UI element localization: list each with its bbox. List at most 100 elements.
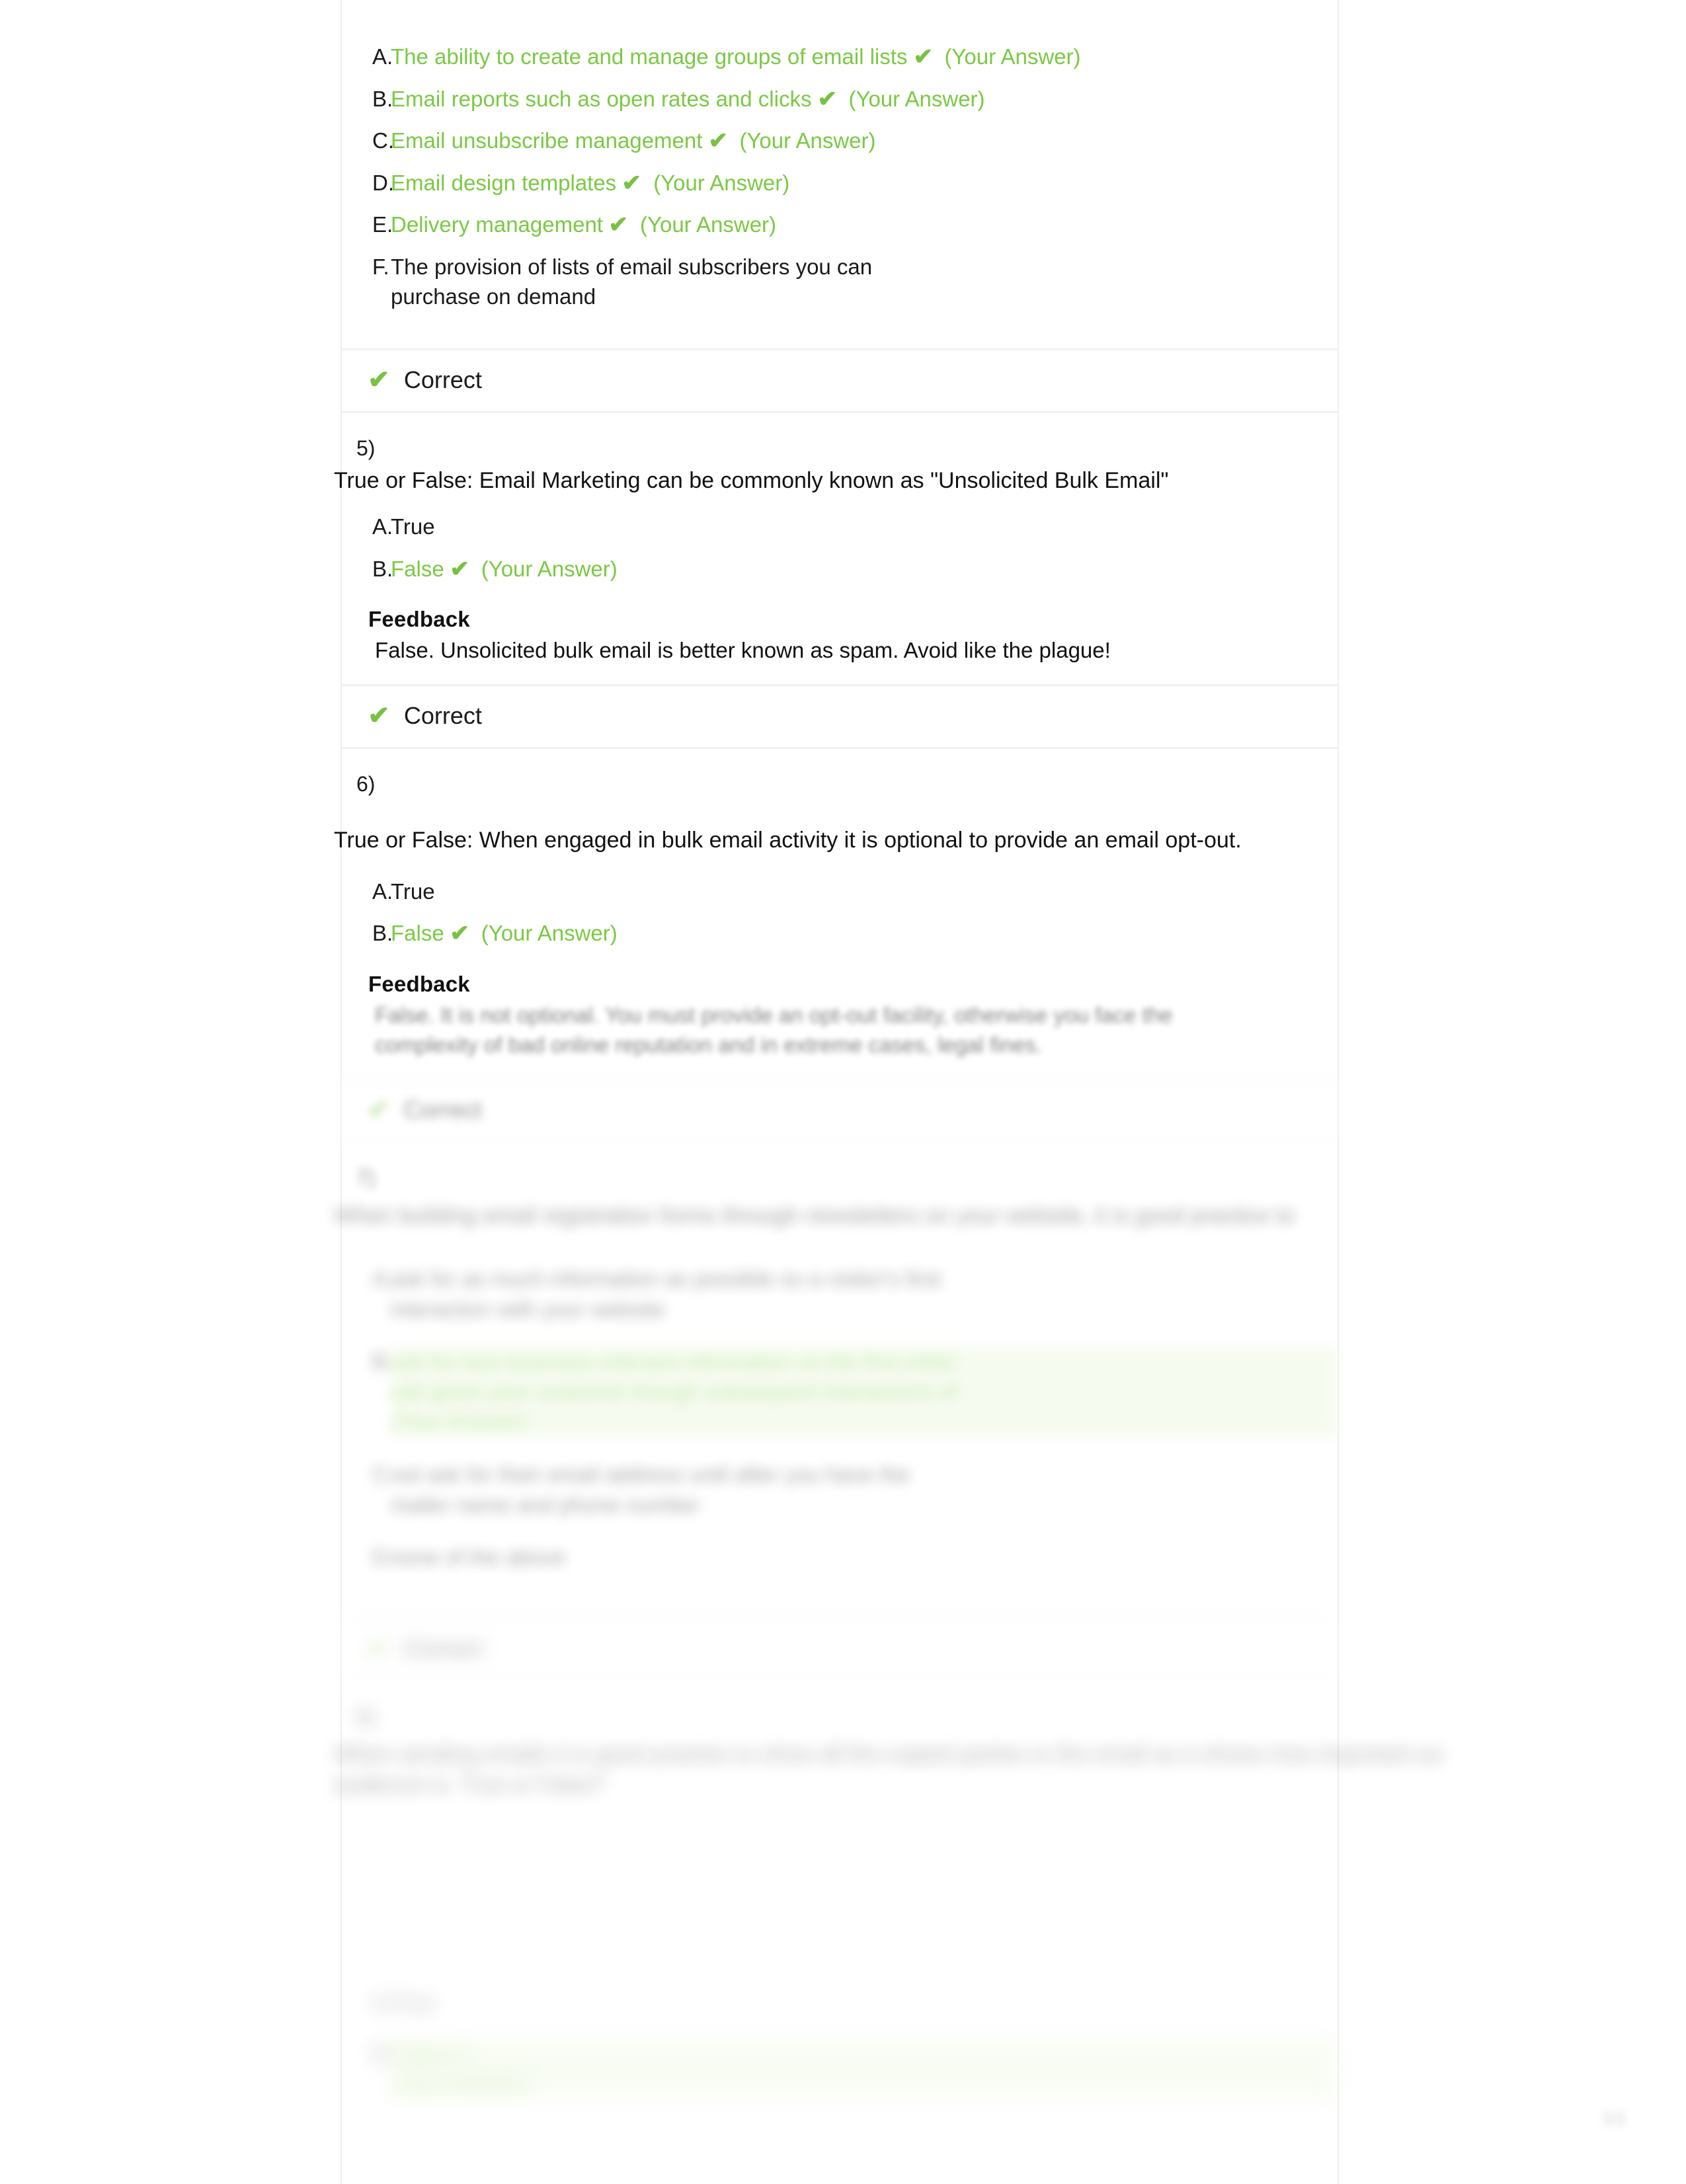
question-number: 8) bbox=[356, 1704, 376, 1729]
option-list-8: A. True B. False ✔ (Your Answer) bbox=[342, 1972, 1338, 2105]
option-text: not ask for their email address until af… bbox=[391, 1462, 910, 1517]
option-list-5: A. True B. False ✔ (Your Answer) bbox=[342, 496, 1338, 590]
feedback-block-5: Feedback False. Unsolicited bulk email i… bbox=[342, 590, 1338, 666]
status-badge: Correct bbox=[403, 1096, 482, 1124]
check-icon: ✔ bbox=[368, 1634, 390, 1662]
option-text: ask for as much information as possible … bbox=[391, 1267, 941, 1321]
check-icon: ✔ bbox=[450, 921, 470, 947]
option-letter: D. bbox=[372, 170, 394, 195]
check-icon: ✔ bbox=[941, 1379, 961, 1405]
question-number: 7) bbox=[356, 1166, 376, 1190]
option-text: Delivery management ✔ (Your Answer) bbox=[391, 212, 777, 238]
option-text: True bbox=[391, 1990, 435, 2015]
option-item[interactable]: B. False ✔ (Your Answer) bbox=[342, 912, 1338, 955]
status-badge: Correct bbox=[403, 1634, 482, 1662]
option-text: The provision of lists of email subscrib… bbox=[391, 254, 873, 309]
option-item[interactable]: A. True bbox=[342, 1982, 1338, 2024]
feedback-block-6: Feedback False. It is not optional. You … bbox=[342, 955, 1338, 1060]
your-answer-tag: (Your Answer) bbox=[391, 2071, 528, 2096]
option-text: Email design templates ✔ (Your Answer) bbox=[391, 170, 790, 196]
option-text: The ability to create and manage groups … bbox=[391, 44, 1081, 69]
your-answer-tag: (Your Answer) bbox=[481, 921, 618, 946]
check-icon: ✔ bbox=[608, 212, 629, 238]
status-badge: Correct bbox=[403, 701, 482, 729]
question-block-4: A. The ability to create and manage grou… bbox=[342, 0, 1338, 348]
option-item[interactable]: C. not ask for their email address until… bbox=[342, 1454, 1338, 1526]
status-row-6: ✔ Correct bbox=[342, 1078, 1338, 1144]
check-icon: ✔ bbox=[912, 44, 933, 69]
option-item[interactable]: C. Email unsubscribe management ✔ (Your … bbox=[342, 120, 1338, 162]
option-text: False ✔ (Your Answer) bbox=[391, 2039, 1338, 2099]
your-answer-tag: (Your Answer) bbox=[944, 44, 1081, 69]
status-row-7: ✔ Correct bbox=[342, 1616, 1338, 1682]
check-icon: ✔ bbox=[368, 1096, 390, 1124]
option-letter: C. bbox=[372, 128, 394, 153]
option-letter: B. bbox=[372, 556, 393, 581]
question-number: 6) bbox=[356, 771, 376, 796]
option-item[interactable]: D. Email design templates ✔ (Your Answer… bbox=[342, 162, 1338, 204]
quiz-card: A. The ability to create and manage grou… bbox=[334, 0, 1443, 2184]
check-icon: ✔ bbox=[817, 86, 837, 112]
option-text: False ✔ (Your Answer) bbox=[391, 921, 618, 947]
question-block-7: 7) When building email registration form… bbox=[334, 1143, 1338, 1617]
option-letter: B. bbox=[372, 1349, 393, 1374]
option-letter: A. bbox=[372, 1990, 393, 2015]
your-answer-tag: (Your Answer) bbox=[739, 128, 876, 153]
option-letter: B. bbox=[372, 86, 393, 111]
option-text: True bbox=[391, 878, 435, 904]
question-stem: True or False: Email Marketing can be co… bbox=[334, 468, 1169, 494]
option-text: Email unsubscribe management ✔ (Your Ans… bbox=[391, 128, 876, 154]
option-letter: A. bbox=[372, 878, 393, 904]
option-letter: E. bbox=[372, 212, 393, 237]
option-text: Email reports such as open rates and cli… bbox=[391, 86, 985, 112]
document-page: A. The ability to create and manage grou… bbox=[0, 0, 1686, 2184]
option-item[interactable]: A. The ability to create and manage grou… bbox=[342, 36, 1338, 78]
option-letter: D. bbox=[372, 1545, 394, 1570]
option-letter: A. bbox=[372, 514, 393, 539]
status-row-4: ✔ Correct bbox=[342, 348, 1338, 413]
your-answer-tag: (Your Answer) bbox=[481, 556, 618, 581]
check-icon: ✔ bbox=[450, 556, 470, 582]
question-stem: True or False: When engaged in bulk emai… bbox=[334, 828, 1242, 853]
option-letter: B. bbox=[372, 921, 393, 946]
option-item[interactable]: D. none of the above bbox=[342, 1536, 1338, 1579]
option-list-4: A. The ability to create and manage grou… bbox=[342, 26, 1338, 318]
page-number: 1/1 bbox=[1602, 2108, 1626, 2128]
question-block-8: 8) When sending emails it is good practi… bbox=[334, 1681, 1443, 2184]
option-item[interactable]: A. True bbox=[342, 871, 1338, 913]
option-item[interactable]: A. ask for as much information as possib… bbox=[342, 1258, 1338, 1330]
option-item[interactable]: B. ask for less business-relevant inform… bbox=[342, 1341, 1338, 1443]
option-text: ask for less business-relevant informati… bbox=[391, 1346, 1338, 1437]
option-item[interactable]: E. Delivery management ✔ (Your Answer) bbox=[342, 204, 1338, 246]
status-row-5: ✔ Correct bbox=[342, 683, 1338, 749]
your-answer-tag: (Your Answer) bbox=[391, 1409, 528, 1434]
option-item[interactable]: A. True bbox=[342, 506, 1338, 548]
question-block-5: 5) True or False: Email Marketing can be… bbox=[334, 412, 1338, 684]
option-letter: C. bbox=[372, 1462, 394, 1487]
option-letter: A. bbox=[372, 1267, 393, 1292]
option-text: False ✔ (Your Answer) bbox=[391, 556, 618, 582]
question-stem: When sending emails it is good practice … bbox=[334, 1741, 1444, 1797]
question-number: 5) bbox=[356, 436, 376, 460]
option-letter: A. bbox=[372, 44, 393, 69]
option-item[interactable]: B. False ✔ (Your Answer) bbox=[342, 548, 1338, 590]
option-list-6: A. True B. False ✔ (Your Answer) bbox=[342, 856, 1338, 955]
check-icon: ✔ bbox=[368, 366, 390, 394]
option-letter: F. bbox=[372, 254, 389, 279]
option-item[interactable]: B. Email reports such as open rates and … bbox=[342, 78, 1338, 120]
your-answer-tag: (Your Answer) bbox=[640, 212, 777, 237]
your-answer-tag: (Your Answer) bbox=[653, 170, 790, 195]
option-letter: B. bbox=[372, 2041, 393, 2066]
option-text: none of the above bbox=[391, 1545, 566, 1570]
question-block-6: 6) True or False: When engaged in bulk e… bbox=[334, 748, 1338, 1079]
option-item[interactable]: B. False ✔ (Your Answer) bbox=[342, 2033, 1338, 2105]
feedback-text: False. Unsolicited bulk email is better … bbox=[375, 638, 1111, 663]
check-icon: ✔ bbox=[368, 701, 390, 730]
question-stem: When building email registration forms t… bbox=[334, 1203, 1295, 1229]
status-badge: Correct bbox=[403, 366, 482, 393]
check-icon: ✔ bbox=[622, 170, 642, 196]
option-item[interactable]: F. The provision of lists of email subsc… bbox=[342, 246, 1338, 318]
feedback-text: False. It is not optional. You must prov… bbox=[375, 1002, 1173, 1057]
option-list-7: A. ask for as much information as possib… bbox=[342, 1231, 1338, 1578]
your-answer-tag: (Your Answer) bbox=[848, 86, 985, 111]
